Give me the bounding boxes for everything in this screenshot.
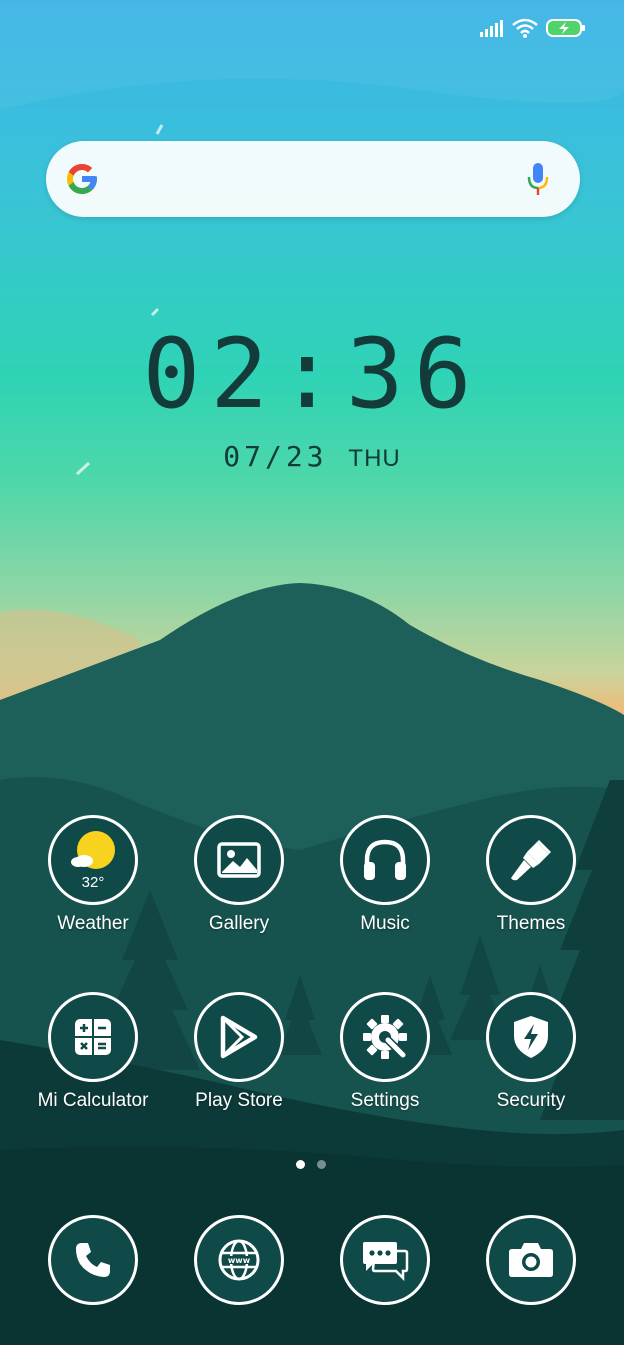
signal-icon <box>480 20 503 37</box>
gallery-app-icon <box>194 815 284 905</box>
weekday: THU <box>348 445 401 472</box>
image-icon <box>217 842 261 878</box>
calculator-app-icon <box>48 992 138 1082</box>
status-bar <box>480 14 586 42</box>
weather-app-icon: 32° <box>48 815 138 905</box>
music-app-icon <box>340 815 430 905</box>
dock-messages[interactable] <box>340 1215 430 1305</box>
security-app-icon <box>486 992 576 1082</box>
app-music[interactable]: Music <box>315 815 455 935</box>
dock-phone[interactable] <box>48 1215 138 1305</box>
microphone-icon[interactable] <box>526 162 550 196</box>
app-weather[interactable]: 32° Weather <box>23 815 163 935</box>
paintbrush-icon <box>511 840 551 881</box>
phone-icon <box>76 1243 110 1277</box>
headphones-icon <box>364 839 406 880</box>
clock-date[interactable]: 07/23 THU <box>0 440 624 473</box>
google-logo-icon <box>67 164 97 194</box>
app-label: Themes <box>496 913 566 934</box>
page-dot-1[interactable] <box>296 1160 305 1169</box>
dock-browser[interactable]: www <box>194 1215 284 1305</box>
gear-wrench-icon <box>363 1015 407 1059</box>
themes-app-icon <box>486 815 576 905</box>
clock-time[interactable]: 02:36 <box>0 318 624 430</box>
dock-camera[interactable] <box>486 1215 576 1305</box>
date-value: 07/23 <box>223 440 328 473</box>
settings-app-icon <box>340 992 430 1082</box>
app-security[interactable]: Security <box>461 992 601 1112</box>
wifi-icon <box>512 18 538 38</box>
chat-icon <box>363 1242 409 1281</box>
app-label: Mi Calculator <box>37 1090 149 1111</box>
weather-temperature: 32° <box>81 874 105 891</box>
home-screen: 02:36 07/23 THU 32° Weather Gallery Musi… <box>0 0 624 1345</box>
app-play-store[interactable]: Play Store <box>169 992 309 1112</box>
shield-bolt-icon <box>514 1016 548 1058</box>
app-label: Play Store <box>195 1090 283 1111</box>
app-label: Gallery <box>208 913 270 934</box>
app-mi-calculator[interactable]: Mi Calculator <box>23 992 163 1112</box>
playstore-app-icon <box>194 992 284 1082</box>
app-label: Weather <box>57 913 129 934</box>
page-indicator[interactable] <box>296 1160 326 1169</box>
camera-icon <box>509 1243 553 1277</box>
app-gallery[interactable]: Gallery <box>169 815 309 935</box>
globe-icon: www <box>218 1239 260 1281</box>
app-label: Security <box>496 1090 566 1111</box>
calculator-icon <box>75 1019 111 1055</box>
play-icon <box>220 1015 258 1059</box>
svg-text:www: www <box>228 1256 251 1265</box>
app-label: Settings <box>350 1090 420 1111</box>
battery-charging-icon <box>546 19 585 37</box>
app-settings[interactable]: Settings <box>315 992 455 1112</box>
page-dot-2[interactable] <box>317 1160 326 1169</box>
app-themes[interactable]: Themes <box>461 815 601 935</box>
app-label: Music <box>360 913 410 934</box>
google-search-bar[interactable] <box>46 141 580 217</box>
